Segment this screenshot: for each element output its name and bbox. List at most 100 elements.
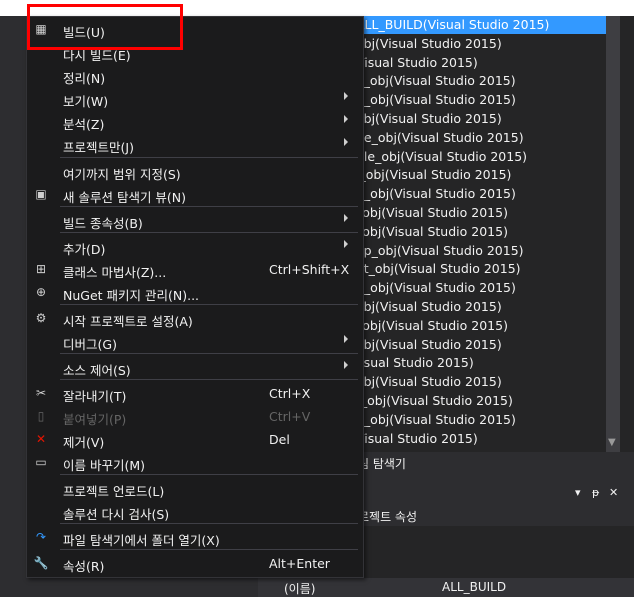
explorer-scrollbar[interactable]: ▼ <box>606 16 620 452</box>
menu-item-추가[interactable]: 추가(D) <box>26 235 362 257</box>
properties-title-text: 로젝트 속성 <box>358 510 418 524</box>
menu-item-shortcut: Ctrl+V <box>269 409 311 424</box>
explorer-item[interactable]: b_obj(Visual Studio 2015) <box>356 279 516 297</box>
menu-item-이름-바꾸기[interactable]: ▭ 이름 바꾸기(M) <box>26 451 362 473</box>
explorer-item[interactable]: obj(Visual Studio 2015) <box>356 35 502 53</box>
menu-separator <box>60 523 358 524</box>
menu-item-label: 파일 탐색기에서 폴더 열기(X) <box>63 533 220 548</box>
menu-item-nuget-패키지-관리[interactable]: ⊕ NuGet 패키지 관리(N)... <box>26 281 362 303</box>
menu-item-label: 정리(N) <box>63 71 106 86</box>
remove-icon: ✕ <box>35 432 47 446</box>
explorer-item[interactable]: ap_obj(Visual Studio 2015) <box>356 242 524 260</box>
submenu-arrow-icon <box>344 335 348 343</box>
menu-item-빌드-종속성[interactable]: 빌드 종속성(B) <box>26 209 362 231</box>
menu-item-프로젝트-언로드[interactable]: 프로젝트 언로드(L) <box>26 477 362 499</box>
menu-item-label: 잘라내기(T) <box>63 389 127 404</box>
explorer-item[interactable]: ge_obj(Visual Studio 2015) <box>356 129 524 147</box>
wrench-icon: 🔧 <box>33 556 49 570</box>
menu-item-여기까지-범위-지정[interactable]: 여기까지 범위 지정(S) <box>26 160 362 182</box>
menu-separator <box>60 232 358 233</box>
menu-item-디버그[interactable]: 디버그(G) <box>26 330 362 352</box>
pin-icon[interactable]: ᵽ <box>592 486 599 499</box>
menu-item-소스-제어[interactable]: 소스 제어(S) <box>26 356 362 378</box>
menu-item-label: 빌드 종속성(B) <box>63 216 143 231</box>
gear-icon: ⚙ <box>35 311 47 325</box>
explorer-item[interactable]: Visual Studio 2015) <box>356 54 478 72</box>
menu-item-클래스-마법사[interactable]: ⊞ 클래스 마법사(Z)... Ctrl+Shift+X <box>26 258 362 280</box>
menu-separator <box>60 379 358 380</box>
paste-icon: ▯ <box>37 409 45 423</box>
menu-item-정리[interactable]: 정리(N) <box>26 64 362 86</box>
explorer-item[interactable]: t_obj(Visual Studio 2015) <box>356 392 513 410</box>
menu-separator <box>60 474 358 475</box>
close-icon[interactable]: ✕ <box>609 486 618 499</box>
submenu-arrow-icon <box>344 138 348 146</box>
property-value[interactable]: ALL_BUILD <box>442 580 506 594</box>
explorer-item[interactable]: obj(Visual Studio 2015) <box>356 298 502 316</box>
class-wizard-icon: ⊞ <box>35 262 47 276</box>
explorer-item[interactable]: /isual Studio 2015) <box>356 354 474 372</box>
menu-item-shortcut: Ctrl+Shift+X <box>269 262 350 277</box>
explorer-item[interactable]: obj(Visual Studio 2015) <box>356 110 502 128</box>
property-name: (이름) <box>284 582 316 596</box>
menu-item-파일-탐색기에서-폴더-열기[interactable]: ↷ 파일 탐색기에서 폴더 열기(X) <box>26 526 362 548</box>
menu-item-label: 클래스 마법사(Z)... <box>63 265 167 280</box>
menu-item-분석[interactable]: 분석(Z) <box>26 110 362 132</box>
menu-item-제거[interactable]: ✕ 제거(V) Del <box>26 428 362 450</box>
menu-item-label: 소스 제어(S) <box>63 363 131 378</box>
explorer-tab-label: 림 탐색기 <box>358 457 406 471</box>
submenu-arrow-icon <box>344 214 348 222</box>
menu-item-label: 분석(Z) <box>63 117 105 132</box>
submenu-arrow-icon <box>344 92 348 100</box>
submenu-arrow-icon <box>344 240 348 248</box>
menu-item-label: 보기(W) <box>63 94 109 109</box>
explorer-item[interactable]: Visual Studio 2015) <box>356 430 478 448</box>
menu-item-label: 제거(V) <box>63 435 105 450</box>
menu-item-label: 프로젝트 언로드(L) <box>63 484 165 499</box>
rename-icon: ▭ <box>35 455 47 469</box>
menu-item-새-솔루션-탐색기-뷰[interactable]: ▣ 새 솔루션 탐색기 뷰(N) <box>26 183 362 205</box>
menu-item-label: 속성(R) <box>63 559 105 574</box>
explorer-item[interactable]: obj(Visual Studio 2015) <box>356 336 502 354</box>
dropdown-icon[interactable]: ▾ <box>575 486 581 499</box>
new-view-icon: ▣ <box>35 187 47 201</box>
scroll-down-icon[interactable]: ▼ <box>608 437 616 448</box>
nuget-icon: ⊕ <box>35 285 47 299</box>
menu-item-프로젝트만[interactable]: 프로젝트만(J) <box>26 133 362 155</box>
explorer-item[interactable]: a_obj(Visual Studio 2015) <box>356 72 516 90</box>
explorer-item[interactable]: _obj(Visual Studio 2015) <box>356 317 508 335</box>
explorer-item[interactable]: obj(Visual Studio 2015) <box>356 373 502 391</box>
highlight-box <box>27 4 183 50</box>
explorer-item[interactable]: _obj(Visual Studio 2015) <box>356 223 508 241</box>
menu-item-label: 여기까지 범위 지정(S) <box>63 167 181 182</box>
explorer-item[interactable]: gle_obj(Visual Studio 2015) <box>356 148 527 166</box>
menu-item-보기[interactable]: 보기(W) <box>26 87 362 109</box>
submenu-arrow-icon <box>344 115 348 123</box>
menu-item-label: NuGet 패키지 관리(N)... <box>63 288 200 303</box>
menu-item-시작-프로젝트로-설정[interactable]: ⚙ 시작 프로젝트로 설정(A) <box>26 307 362 329</box>
menu-item-label: 디버그(G) <box>63 337 117 352</box>
menu-item-shortcut: Alt+Enter <box>269 556 330 571</box>
menu-item-shortcut: Ctrl+X <box>269 386 311 401</box>
menu-item-솔루션-다시-검사[interactable]: 솔루션 다시 검사(S) <box>26 500 362 522</box>
menu-item-label: 붙여넣기(P) <box>63 412 127 427</box>
menu-item-속성[interactable]: 🔧 속성(R) Alt+Enter <box>26 552 362 574</box>
explorer-item[interactable]: ALL_BUILD(Visual Studio 2015) <box>356 16 606 34</box>
menu-separator <box>60 549 358 550</box>
menu-item-label: 솔루션 다시 검사(S) <box>63 507 170 522</box>
menu-item-잘라내기[interactable]: ✂ 잘라내기(T) Ctrl+X <box>26 382 362 404</box>
explorer-item[interactable]: j_obj(Visual Studio 2015) <box>356 166 511 184</box>
menu-item-label: 이름 바꾸기(M) <box>63 458 146 473</box>
open-folder-icon: ↷ <box>35 530 47 544</box>
explorer-item[interactable]: _obj(Visual Studio 2015) <box>356 204 508 222</box>
explorer-item[interactable]: n_obj(Visual Studio 2015) <box>356 411 516 429</box>
scissors-icon: ✂ <box>35 386 47 400</box>
explorer-item[interactable]: g_obj(Visual Studio 2015) <box>356 185 516 203</box>
menu-separator <box>60 353 358 354</box>
explorer-item[interactable]: et_obj(Visual Studio 2015) <box>356 260 521 278</box>
menu-separator <box>60 304 358 305</box>
menu-item-shortcut: Del <box>269 432 290 447</box>
menu-item-label: 추가(D) <box>63 242 106 257</box>
menu-item-label: 시작 프로젝트로 설정(A) <box>63 314 193 329</box>
explorer-item[interactable]: g_obj(Visual Studio 2015) <box>356 91 516 109</box>
